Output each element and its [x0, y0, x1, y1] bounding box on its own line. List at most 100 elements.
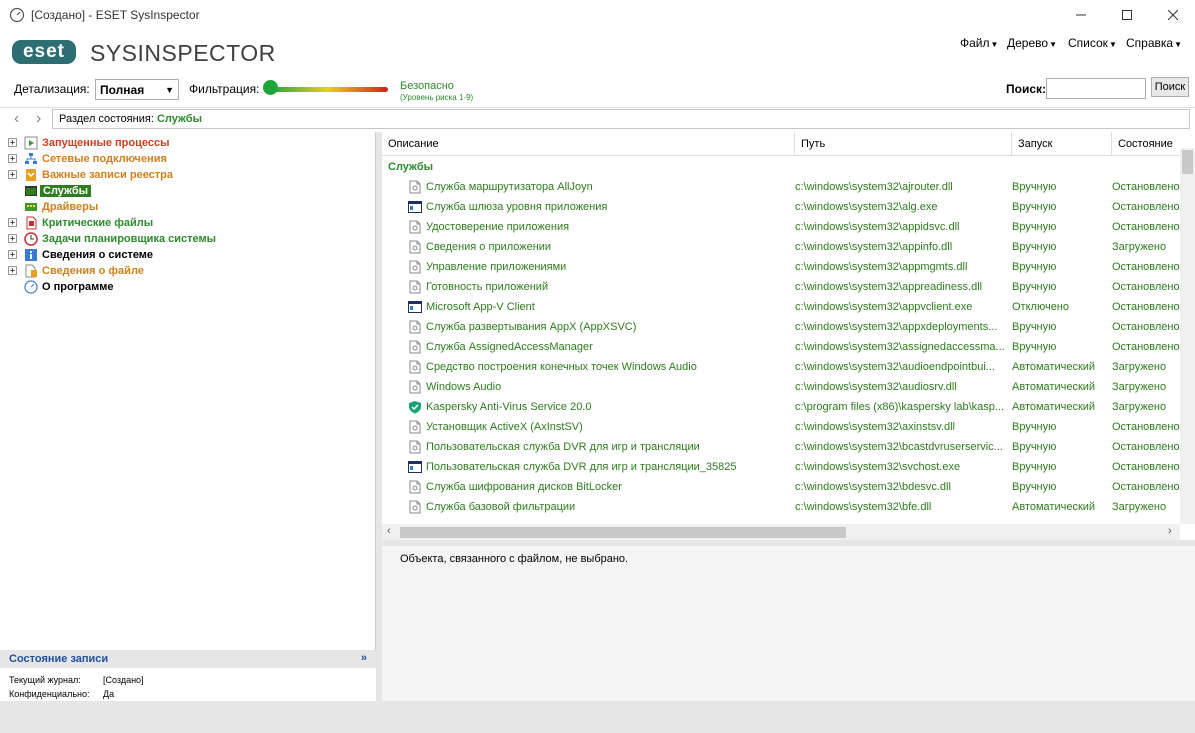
table-row[interactable]: Служба маршрутизатора AllJoyn c:\windows\…: [382, 177, 1180, 197]
tree-item[interactable]: + Сетевые подключения: [0, 151, 376, 167]
scroll-right-icon[interactable]: ›: [1168, 525, 1172, 537]
column-header-state[interactable]: Состояние: [1112, 132, 1180, 156]
tree-item-label: Драйверы: [42, 201, 99, 213]
expand-icon[interactable]: +: [8, 218, 17, 227]
tree-item[interactable]: О программе: [0, 279, 376, 295]
filter-slider-track[interactable]: [268, 87, 388, 92]
search-button[interactable]: Поиск: [1151, 77, 1189, 97]
menu-tree[interactable]: Дерево▼: [1007, 36, 1057, 50]
group-title: Службы: [388, 161, 434, 173]
filter-slider-handle[interactable]: [263, 80, 278, 95]
column-header-description[interactable]: Описание: [382, 132, 795, 156]
table-row[interactable]: Служба шифрования дисков BitLocker c:\win…: [382, 477, 1180, 497]
column-header-path[interactable]: Путь: [795, 132, 1012, 156]
table-row[interactable]: Управление приложениями c:\windows\system…: [382, 257, 1180, 277]
network-icon: [24, 152, 38, 166]
table-row[interactable]: Сведения о приложении c:\windows\system32…: [382, 237, 1179, 257]
maximize-button[interactable]: [1104, 0, 1150, 30]
table-row[interactable]: Служба шлюза уровня приложения c:\windows…: [382, 197, 1180, 217]
doc-icon: [408, 320, 422, 334]
detail-label: Детализация:: [14, 82, 90, 96]
cell-start: Вручную: [1012, 461, 1057, 473]
cell-state: Остановлено: [1112, 261, 1180, 273]
cell-state: Загружено: [1112, 401, 1167, 413]
menu-list[interactable]: Список▼: [1068, 36, 1117, 50]
cell-start: Вручную: [1012, 421, 1057, 433]
tree-item[interactable]: Драйверы: [0, 199, 376, 215]
tree-item[interactable]: + Критические файлы: [0, 215, 376, 231]
cell-state: Остановлено: [1112, 221, 1180, 233]
forward-icon[interactable]: ›: [36, 110, 41, 128]
tree-item-label: Сведения о системе: [42, 249, 154, 261]
tree-item[interactable]: + Сведения о файле: [0, 263, 376, 279]
column-header-startup[interactable]: Запуск: [1012, 132, 1112, 156]
record-status-panel: Состояние записи» Текущий журнал: [Созда…: [0, 650, 376, 701]
scroll-left-icon[interactable]: ‹: [387, 525, 391, 537]
table-row[interactable]: Установщик ActiveX (AxInstSV) c:\windows\…: [382, 417, 1180, 437]
expand-icon[interactable]: +: [8, 170, 17, 179]
expand-icon[interactable]: +: [8, 250, 17, 259]
menu-file[interactable]: Файл▼: [960, 36, 998, 50]
tree-item-label: Важные записи реестра: [42, 169, 174, 181]
expand-icon[interactable]: +: [8, 154, 17, 163]
expand-icon[interactable]: +: [8, 138, 17, 147]
table-row[interactable]: Пользовательская служба DVR для игр и тр…: [382, 437, 1180, 457]
tree-item[interactable]: + Задачи планировщика системы: [0, 231, 376, 247]
expand-icon[interactable]: +: [8, 266, 17, 275]
table-row[interactable]: Служба развертывания AppX (AppXSVC) c:\wi…: [382, 317, 1180, 337]
horizontal-scroll-thumb[interactable]: [400, 527, 846, 538]
minimize-button[interactable]: [1058, 0, 1104, 30]
table-row[interactable]: Microsoft App-V Client c:\windows\system3…: [382, 297, 1180, 317]
cell-start: Вручную: [1012, 241, 1057, 253]
driver-icon: [24, 200, 38, 214]
cell-start: Вручную: [1012, 341, 1057, 353]
cell-start: Вручную: [1012, 481, 1057, 493]
doc-icon: [408, 420, 422, 434]
clock-icon: [24, 232, 38, 246]
filter-label: Фильтрация:: [189, 82, 260, 96]
table-row[interactable]: Служба базовой фильтрации c:\windows\syst…: [382, 497, 1179, 517]
table-row[interactable]: Готовность приложений c:\windows\system32…: [382, 277, 1180, 297]
tree-item[interactable]: + Важные записи реестра: [0, 167, 376, 183]
doc-icon: [408, 280, 422, 294]
filter-state: Безопасно: [400, 80, 454, 92]
tree-item[interactable]: + Сведения о системе: [0, 247, 376, 263]
vertical-scrollbar[interactable]: [1180, 148, 1195, 524]
window-icon: [408, 300, 422, 314]
cell-path: c:\windows\system32\bfe.dll: [795, 501, 932, 513]
search-input[interactable]: [1046, 78, 1146, 99]
window-icon: [408, 200, 422, 214]
file-info-icon: [24, 264, 38, 278]
collapse-icon[interactable]: »: [361, 652, 367, 664]
detail-select[interactable]: Полная ▼: [95, 79, 179, 100]
cell-path: c:\windows\system32\ajrouter.dll: [795, 181, 953, 193]
tree-item[interactable]: Службы: [0, 183, 376, 199]
window-title: [Создано] - ESET SysInspector: [31, 8, 200, 22]
table-row[interactable]: Служба AssignedAccessManager c:\windows\s…: [382, 337, 1180, 357]
system-info-icon: [24, 248, 38, 262]
cell-path: c:\windows\system32\appidsvc.dll: [795, 221, 960, 233]
critical-file-icon: [24, 216, 38, 230]
expand-icon[interactable]: +: [8, 234, 17, 243]
tree-item[interactable]: + Запущенные процессы: [0, 135, 376, 151]
status-panel-title[interactable]: Состояние записи»: [0, 650, 376, 668]
eset-logo: eset: [12, 40, 76, 64]
menu-help[interactable]: Справка▼: [1126, 36, 1182, 50]
back-icon[interactable]: ‹: [14, 110, 19, 128]
cell-desc: Установщик ActiveX (AxInstSV): [426, 421, 583, 433]
table-row[interactable]: Пользовательская служба DVR для игр и тр…: [382, 457, 1180, 477]
status-key: Конфиденциально:: [9, 689, 90, 699]
table-row[interactable]: Средство построения конечных точек Windo…: [382, 357, 1179, 377]
status-key: Текущий журнал:: [9, 675, 81, 685]
services-list: Описание Путь Запуск Состояние Службы Сл…: [382, 132, 1195, 540]
close-button[interactable]: [1150, 0, 1195, 30]
cell-desc: Пользовательская служба DVR для игр и тр…: [426, 441, 700, 453]
table-row[interactable]: Удостоверение приложения c:\windows\syste…: [382, 217, 1180, 237]
cell-path: c:\windows\system32\appxdeployments...: [795, 321, 998, 333]
cell-start: Вручную: [1012, 441, 1057, 453]
cell-path: c:\windows\system32\audiosrv.dll: [795, 381, 957, 393]
table-row[interactable]: Kaspersky Anti-Virus Service 20.0 c:\prog…: [382, 397, 1179, 417]
vertical-scroll-thumb[interactable]: [1182, 150, 1193, 174]
services-icon: [24, 184, 38, 198]
table-row[interactable]: Windows Audio c:\windows\system32\audiosr…: [382, 377, 1179, 397]
